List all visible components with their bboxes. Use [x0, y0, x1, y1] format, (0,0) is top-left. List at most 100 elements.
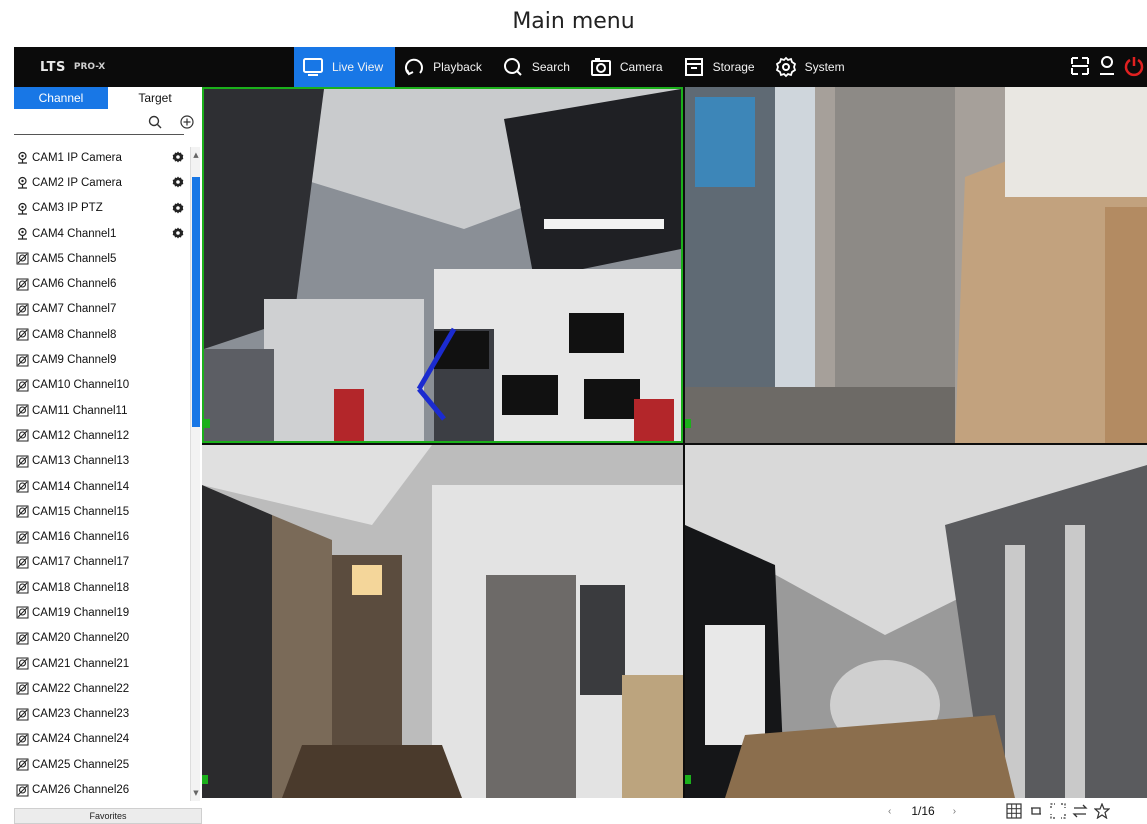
camera-list-item[interactable]: CAM13 Channel13 — [14, 449, 190, 474]
favorites-button[interactable]: Favorites — [14, 808, 202, 824]
power-icon[interactable] — [1123, 55, 1145, 77]
add-circle-icon[interactable] — [180, 115, 194, 129]
camera-settings-icon[interactable] — [172, 151, 184, 163]
camera-offline-icon — [16, 303, 29, 316]
logo-text: LTS — [40, 59, 66, 75]
monitor-icon — [303, 58, 323, 76]
camera-settings-icon[interactable] — [172, 202, 184, 214]
camera-offline-icon — [16, 758, 29, 771]
camera-list-item[interactable]: CAM19 Channel19 — [14, 600, 190, 625]
search-underline — [14, 134, 184, 135]
camera-list-item[interactable]: CAM6 Channel6 — [14, 271, 190, 296]
camera-list-item[interactable]: CAM15 Channel15 — [14, 499, 190, 524]
camera-list-item[interactable]: CAM7 Channel7 — [14, 297, 190, 322]
camera-label: CAM8 Channel8 — [32, 328, 117, 341]
fullscreen-icon[interactable] — [1050, 803, 1066, 819]
nav-label: Live View — [332, 60, 384, 74]
camera-offline-icon — [16, 252, 29, 265]
video-tile-1[interactable] — [202, 87, 683, 443]
top-right-controls — [1063, 55, 1145, 77]
camera-list-item[interactable]: CAM3 IP PTZ — [14, 196, 190, 221]
nav-label: Storage — [712, 60, 755, 74]
camera-settings-icon[interactable] — [172, 227, 184, 239]
main-nav: Live View Playback Search Camera Storage… — [294, 47, 857, 87]
camera-list-item[interactable]: CAM21 Channel21 — [14, 651, 190, 676]
nav-storage[interactable]: Storage — [675, 47, 767, 87]
camera-list-item[interactable]: CAM10 Channel10 — [14, 373, 190, 398]
camera-offline-icon — [16, 784, 29, 797]
camera-offline-icon — [16, 632, 29, 645]
video-tile-2[interactable] — [685, 87, 1147, 443]
camera-label: CAM16 Channel16 — [32, 531, 130, 544]
grid-layout-icon[interactable] — [1006, 803, 1022, 819]
rotate-icon[interactable] — [1028, 803, 1044, 819]
search-icon[interactable] — [148, 115, 162, 129]
camera-label: CAM11 Channel11 — [32, 404, 128, 417]
layout-icon[interactable] — [1069, 55, 1091, 77]
swap-icon[interactable] — [1072, 803, 1088, 819]
camera-list-item[interactable]: CAM22 Channel22 — [14, 676, 190, 701]
status-indicator — [204, 419, 210, 428]
camera-list-item[interactable]: CAM16 Channel16 — [14, 524, 190, 549]
scroll-up-arrow[interactable]: ▲ — [192, 149, 200, 161]
star-icon[interactable] — [1094, 803, 1110, 819]
user-icon[interactable] — [1097, 55, 1117, 77]
camera-list-item[interactable]: CAM20 Channel20 — [14, 626, 190, 651]
camera-settings-icon[interactable] — [172, 176, 184, 188]
camera-list-item[interactable]: CAM23 Channel23 — [14, 702, 190, 727]
camera-offline-icon — [16, 404, 29, 417]
camera-label: CAM23 Channel23 — [32, 708, 130, 721]
camera-offline-icon — [16, 328, 29, 341]
nav-search[interactable]: Search — [494, 47, 582, 87]
camera-label: CAM18 Channel18 — [32, 581, 130, 594]
video-tile-4[interactable] — [685, 445, 1147, 798]
prev-page-arrow[interactable]: ‹ — [888, 806, 891, 817]
next-page-arrow[interactable]: › — [953, 806, 956, 817]
video-tile-3[interactable] — [202, 445, 683, 798]
view-tools — [1006, 803, 1116, 819]
scroll-down-arrow[interactable]: ▼ — [192, 787, 200, 799]
camera-list-item[interactable]: CAM12 Channel12 — [14, 423, 190, 448]
camera-list-item[interactable]: CAM26 Channel26 — [14, 777, 190, 802]
camera-online-icon — [18, 152, 27, 164]
camera-label: CAM20 Channel20 — [32, 632, 130, 645]
camera-offline-icon — [16, 556, 29, 569]
nav-live-view[interactable]: Live View — [294, 47, 396, 87]
camera-offline-icon — [16, 354, 29, 367]
nav-label: System — [804, 60, 845, 74]
camera-offline-icon — [16, 733, 29, 746]
camera-label: CAM7 Channel7 — [32, 303, 117, 316]
camera-label: CAM9 Channel9 — [32, 354, 117, 367]
camera-offline-icon — [16, 379, 29, 392]
scroll-thumb[interactable] — [192, 177, 200, 427]
camera-list-item[interactable]: CAM17 Channel17 — [14, 550, 190, 575]
nav-system[interactable]: System — [767, 47, 857, 87]
nav-camera[interactable]: Camera — [582, 47, 675, 87]
camera-list-item[interactable]: CAM11 Channel11 — [14, 398, 190, 423]
camera-offline-icon — [16, 531, 29, 544]
camera-list-item[interactable]: CAM1 IP Camera — [14, 145, 190, 170]
channel-search-row — [14, 109, 202, 137]
camera-list-item[interactable]: CAM8 Channel8 — [14, 322, 190, 347]
camera-list-item[interactable]: CAM2 IP Camera — [14, 170, 190, 195]
camera-list-item[interactable]: CAM25 Channel25 — [14, 752, 190, 777]
camera-feed-1 — [204, 89, 681, 441]
camera-label: CAM21 Channel21 — [32, 657, 130, 670]
camera-list-item[interactable]: CAM14 Channel14 — [14, 474, 190, 499]
nav-label: Camera — [619, 60, 663, 74]
tab-target[interactable]: Target — [108, 87, 202, 109]
list-scrollbar[interactable]: ▲ ▼ — [190, 147, 200, 801]
camera-list-item[interactable]: CAM18 Channel18 — [14, 575, 190, 600]
storage-icon — [684, 58, 703, 76]
tab-channel[interactable]: Channel — [14, 87, 108, 109]
camera-list-item[interactable]: CAM5 Channel5 — [14, 246, 190, 271]
camera-label: CAM12 Channel12 — [32, 429, 130, 442]
camera-icon — [590, 58, 611, 76]
nav-playback[interactable]: Playback — [395, 47, 494, 87]
camera-list-item[interactable]: CAM4 Channel1 — [14, 221, 190, 246]
camera-list-item[interactable]: CAM24 Channel24 — [14, 727, 190, 752]
nav-label: Search — [531, 60, 570, 74]
camera-list-item[interactable]: CAM9 Channel9 — [14, 347, 190, 372]
camera-label: CAM19 Channel19 — [32, 606, 130, 619]
camera-offline-icon — [16, 480, 29, 493]
